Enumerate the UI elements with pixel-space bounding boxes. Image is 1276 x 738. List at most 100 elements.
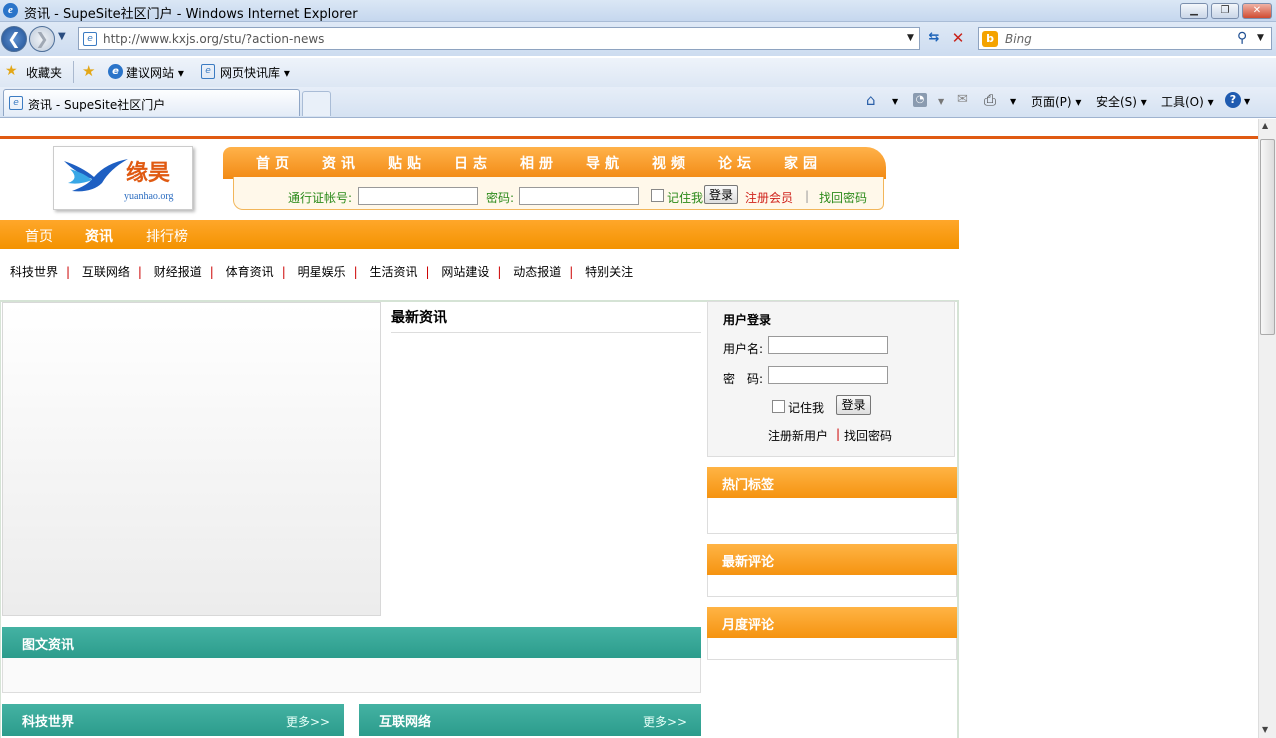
user-login-title: 用户登录 [723,313,772,327]
monthly-comments-body [707,638,957,660]
help-dropdown-icon[interactable]: ▼ [1244,97,1250,106]
recent-pages-icon[interactable]: ▼ [58,31,66,42]
category-item[interactable]: 明星娱乐 [298,265,346,279]
ie-page-icon: e [108,64,123,79]
home-dropdown-icon[interactable]: ▼ [892,97,898,106]
hot-tags-body [707,498,957,534]
category-separator: | [66,265,71,279]
ie-logo-icon: e [3,3,18,18]
forward-button[interactable]: ❯ [29,26,55,52]
category-item[interactable]: 体育资讯 [226,265,274,279]
latest-news-title: 最新资讯 [391,310,447,326]
forgot-password-link[interactable]: 找回密码 [844,427,892,444]
right-border [957,300,959,738]
favorites-button[interactable]: 收藏夹 [26,64,62,81]
account-label: 通行证帐号: [288,191,353,205]
topnav-forum[interactable]: 论坛 [718,153,756,173]
login-button[interactable]: 登录 [836,395,871,415]
nav-news[interactable]: 资讯 [85,226,113,246]
feeds-icon[interactable]: ◔ [913,93,927,107]
top-remember-label: 记住我 [667,191,704,205]
username-input[interactable] [768,336,888,354]
suggested-sites-button[interactable]: 建议网站 ▾ [126,64,184,81]
category-separator: | [569,265,574,279]
compatibility-icon[interactable]: ⇆ [924,30,944,48]
search-options-icon[interactable]: ▼ [1257,33,1264,43]
category-separator: | [137,265,142,279]
topnav-blog[interactable]: 日志 [454,153,492,173]
minimize-button[interactable]: ▁ [1180,3,1208,19]
print-icon[interactable]: ⎙ [984,91,996,109]
new-tab-button[interactable] [302,91,331,116]
help-icon[interactable]: ? [1225,92,1241,108]
tools-menu[interactable]: 工具(O) ▾ [1161,93,1214,110]
nav-ranking[interactable]: 排行榜 [146,226,188,246]
search-input[interactable]: Bing [1005,32,1032,46]
maximize-button[interactable]: ❐ [1211,3,1239,19]
more-link[interactable]: 更多>> [643,713,687,730]
category-item[interactable]: 网站建设 [441,265,489,279]
search-box[interactable]: b Bing ⚲ ▼ [978,27,1272,50]
topnav-home[interactable]: 首页 [256,153,294,173]
topnav-video[interactable]: 视频 [652,153,690,173]
category-item[interactable]: 科技世界 [10,265,58,279]
bird-logo-icon [64,159,128,192]
topnav-home-space[interactable]: 家园 [784,153,822,173]
home-icon[interactable]: ⌂ [866,91,876,109]
password-input[interactable] [768,366,888,384]
latest-comments-body [707,575,957,597]
scroll-up-icon[interactable]: ▲ [1262,121,1268,130]
topnav-news[interactable]: 资讯 [322,153,360,173]
scrollbar-thumb[interactable] [1260,139,1275,335]
category-item[interactable]: 特别关注 [585,265,633,279]
address-bar[interactable]: e http://www.kxjs.org/stu/?action-news ▼ [78,27,920,50]
section-tech-header: 科技世界 更多>> [2,704,344,736]
tab-active[interactable]: e 资讯 - SupeSite社区门户 [3,89,300,116]
account-input[interactable] [358,187,478,205]
main-navigation: 首页 资讯 排行榜 [0,220,959,249]
scroll-down-icon[interactable]: ▼ [1262,725,1268,734]
feeds-dropdown-icon[interactable]: ▼ [938,97,944,106]
page-menu[interactable]: 页面(P) ▾ [1031,93,1081,110]
top-remember-checkbox[interactable] [651,189,664,202]
latest-comments-header: 最新评论 [707,544,957,575]
remember-label: 记住我 [788,401,825,415]
username-label: 用户名: [723,342,764,356]
web-slice-gallery-button[interactable]: 网页快讯库 ▾ [220,64,290,81]
add-favorites-icon[interactable]: ★ [82,62,95,80]
hot-tags-header: 热门标签 [707,467,957,498]
register-link[interactable]: 注册会员 [745,189,793,206]
topnav-guide[interactable]: 导航 [586,153,624,173]
top-password-input[interactable] [519,187,639,205]
site-logo[interactable]: 缘昊 yuanhao.org [53,146,193,210]
tab-title: 资讯 - SupeSite社区门户 [28,98,166,112]
nav-home[interactable]: 首页 [25,226,53,246]
address-dropdown-icon[interactable]: ▼ [907,33,914,43]
category-item[interactable]: 动态报道 [513,265,561,279]
search-icon[interactable]: ⚲ [1237,30,1247,46]
top-login-button[interactable]: 登录 [704,185,738,204]
close-window-button[interactable]: ✕ [1242,3,1272,19]
link-separator: | [836,427,841,441]
featured-image-slider[interactable] [2,302,381,616]
topnav-album[interactable]: 相册 [520,153,558,173]
category-item[interactable]: 财经报道 [154,265,202,279]
back-button[interactable]: ❮ [1,26,27,52]
category-item[interactable]: 互联网络 [82,265,130,279]
register-new-user-link[interactable]: 注册新用户 [768,427,828,444]
topnav-posts[interactable]: 贴贴 [388,153,426,173]
address-input[interactable]: http://www.kxjs.org/stu/?action-news [103,32,324,46]
section-title: 科技世界 [22,715,75,730]
safety-menu[interactable]: 安全(S) ▾ [1096,93,1147,110]
category-item[interactable]: 生活资讯 [369,265,417,279]
vertical-scrollbar[interactable]: ▲ ▼ [1258,119,1276,738]
latest-comments-title: 最新评论 [722,555,775,570]
category-nav: 科技世界 | 互联网络 | 财经报道 | 体育资讯 | 明星娱乐 | 生活资讯 | 网站建设… [10,263,633,280]
read-mail-icon[interactable]: ✉ [957,92,968,107]
top-forgot-link[interactable]: 找回密码 [819,189,867,206]
stop-icon[interactable]: ✕ [948,29,968,47]
category-separator: | [209,265,214,279]
more-link[interactable]: 更多>> [286,713,330,730]
print-dropdown-icon[interactable]: ▼ [1010,97,1016,106]
remember-checkbox[interactable] [772,400,785,413]
